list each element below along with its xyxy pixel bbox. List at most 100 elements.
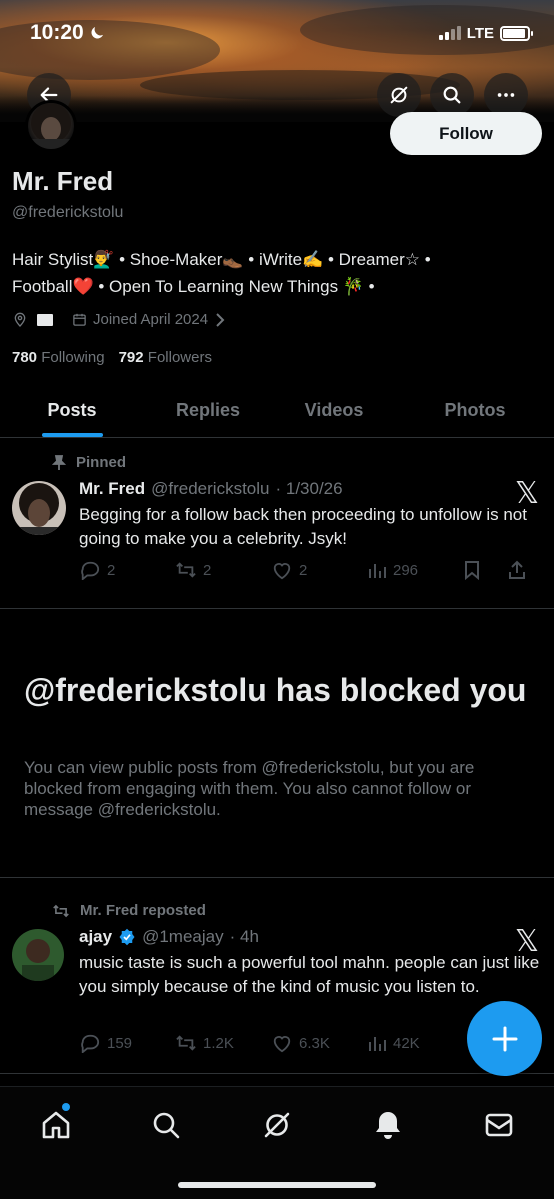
tab-replies[interactable]: Replies <box>144 384 272 437</box>
following-link[interactable]: 780 Following <box>12 349 105 366</box>
search-icon <box>153 1112 180 1139</box>
signal-icon <box>438 26 461 40</box>
share-icon <box>509 560 525 579</box>
avatar-image <box>28 103 74 149</box>
pinned-post[interactable]: Pinned Mr. Fred @frederickstolu · 1/30/2… <box>0 438 554 609</box>
moon-icon <box>91 27 103 39</box>
tab-photos[interactable]: Photos <box>396 384 554 437</box>
repost-button[interactable]: 2 <box>175 560 271 580</box>
like-button[interactable]: 6.3K <box>271 1033 367 1053</box>
joined-date[interactable]: Joined April 2024 <box>72 311 226 328</box>
profile-avatar[interactable] <box>25 100 77 152</box>
chevron-right-icon <box>216 312 225 327</box>
repost-count: 1.2K <box>203 1034 234 1052</box>
reply-icon <box>81 1034 100 1053</box>
like-count: 6.3K <box>299 1034 330 1052</box>
avatar[interactable] <box>12 929 64 981</box>
flag-icon <box>37 313 53 326</box>
network-label: LTE <box>466 24 494 42</box>
profile-handle: @frederickstolu <box>12 204 124 221</box>
time-text: 10:20 <box>30 21 84 44</box>
search-button[interactable] <box>430 73 474 117</box>
repost-icon <box>176 562 196 578</box>
repost-count: 2 <box>203 561 212 579</box>
repost-icon <box>53 904 69 917</box>
reply-button[interactable]: 2 <box>79 560 175 580</box>
location-icon <box>14 312 26 327</box>
followers-link[interactable]: 792 Followers <box>119 349 212 366</box>
status-indicators: LTE <box>438 24 533 42</box>
reply-icon <box>81 561 100 580</box>
profile-name: Mr. Fred <box>12 166 114 196</box>
post-context: Pinned <box>52 454 126 471</box>
followers-count: 792 <box>118 349 144 366</box>
author-name[interactable]: ajay <box>79 927 112 947</box>
followers-label: Followers <box>147 349 212 366</box>
grok-button[interactable] <box>377 73 421 117</box>
bio-line-2: Football❤️ • Open To Learning New Things… <box>12 277 375 296</box>
nav-grok[interactable] <box>257 1105 297 1145</box>
follow-stats: 780 Following 792 Followers <box>12 349 212 366</box>
nav-notifications[interactable] <box>368 1105 408 1145</box>
view-count: 296 <box>393 561 419 579</box>
status-bar: 10:20 LTE <box>0 0 554 66</box>
author-handle[interactable]: @frederickstolu <box>151 479 269 499</box>
views-button[interactable]: 42K <box>367 1033 463 1053</box>
post-context: Mr. Fred reposted <box>52 902 206 919</box>
avatar[interactable] <box>12 481 66 535</box>
post-header: ajay @1meajay · 4h <box>79 927 259 947</box>
pinned-label: Pinned <box>76 454 127 471</box>
compose-button[interactable] <box>467 1001 542 1076</box>
post-text: music taste is such a powerful tool mahn… <box>79 953 540 996</box>
home-indicator <box>178 1182 376 1188</box>
profile-meta: Joined April 2024 <box>12 311 226 328</box>
grok-icon <box>264 1112 290 1138</box>
nav-home[interactable] <box>36 1105 76 1145</box>
more-icon <box>497 93 515 97</box>
tab-videos[interactable]: Videos <box>272 384 396 437</box>
nav-messages[interactable] <box>479 1105 519 1145</box>
notifications-icon <box>376 1112 400 1139</box>
reply-button[interactable]: 159 <box>79 1033 175 1053</box>
views-button[interactable]: 296 <box>367 560 463 580</box>
tab-posts[interactable]: Posts <box>0 384 144 437</box>
blocked-notice: @frederickstolu has blocked you You can … <box>0 609 554 878</box>
grok-icon <box>390 86 408 104</box>
bookmark-button[interactable] <box>463 560 507 580</box>
like-icon <box>273 563 291 580</box>
repost-icon <box>176 1035 196 1051</box>
bio-line-1: Hair Stylist💇‍♂️ • Shoe-Maker👞 • iWrite✍… <box>12 250 431 269</box>
author-handle[interactable]: @1meajay <box>142 927 224 947</box>
repost-button[interactable]: 1.2K <box>175 1033 271 1053</box>
reply-count: 159 <box>107 1034 133 1052</box>
like-count: 2 <box>299 561 308 579</box>
share-button[interactable] <box>507 560 527 580</box>
post-time: · 4h <box>229 927 259 946</box>
plus-icon <box>492 1026 517 1051</box>
author-name[interactable]: Mr. Fred <box>79 479 145 499</box>
views-icon <box>369 564 386 578</box>
follow-button[interactable]: Follow <box>390 112 542 155</box>
nav-search[interactable] <box>146 1105 186 1145</box>
messages-icon <box>485 1113 513 1137</box>
view-count: 42K <box>393 1034 420 1052</box>
profile-tabs: Posts Replies Videos Photos <box>0 384 554 438</box>
like-button[interactable]: 2 <box>271 560 367 580</box>
blocked-body: You can view public posts from @frederic… <box>24 758 475 819</box>
battery-icon <box>500 25 533 41</box>
post-text: Begging for a follow back then proceedin… <box>79 505 527 548</box>
pin-icon <box>52 454 66 470</box>
following-count: 780 <box>12 349 38 366</box>
more-button[interactable] <box>484 73 528 117</box>
like-icon <box>273 1036 291 1053</box>
home-notification-dot <box>62 1103 70 1111</box>
home-icon <box>42 1111 70 1139</box>
search-icon <box>443 86 461 104</box>
status-time: 10:20 <box>30 21 106 45</box>
verified-icon <box>119 928 135 946</box>
profile-bio: Hair Stylist💇‍♂️ • Shoe-Maker👞 • iWrite✍… <box>12 246 542 300</box>
joined-text: Joined April 2024 <box>93 311 209 328</box>
reply-count: 2 <box>107 561 116 579</box>
following-label: Following <box>41 349 105 366</box>
post-header: Mr. Fred @frederickstolu · 1/30/26 <box>79 479 343 499</box>
